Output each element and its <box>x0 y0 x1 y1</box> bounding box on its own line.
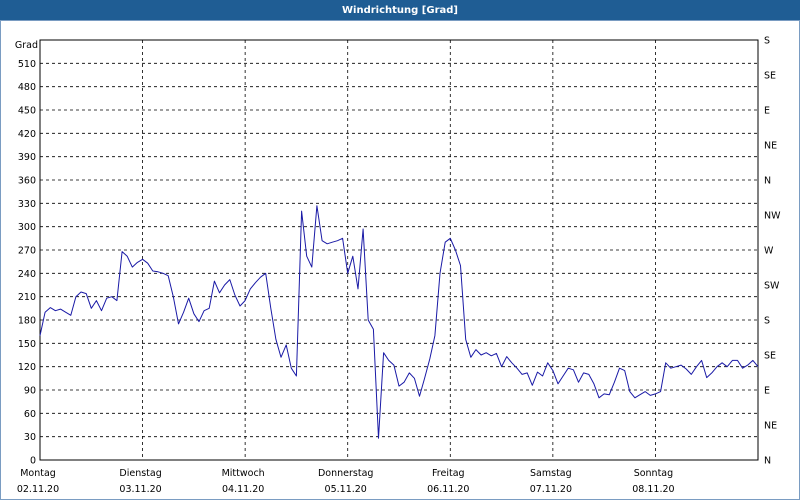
x-tick-date: 08.11.20 <box>632 484 674 495</box>
right-axis-label: S <box>764 36 770 47</box>
right-axis-label: SE <box>764 351 776 362</box>
right-axis-label: N <box>764 176 771 187</box>
x-tick-day: Dienstag <box>119 468 161 479</box>
x-tick-day: Donnerstag <box>318 468 373 479</box>
right-axis-label: SE <box>764 71 776 82</box>
x-tick-day: Samstag <box>530 468 572 479</box>
y-tick-label: 180 <box>18 316 36 327</box>
x-tick-date: 03.11.20 <box>119 484 161 495</box>
right-axis-label: SW <box>764 281 780 292</box>
right-axis-label: E <box>764 106 770 117</box>
y-tick-label: 240 <box>18 269 36 280</box>
right-axis-label: NE <box>764 141 777 152</box>
y-tick-label: 450 <box>18 106 36 117</box>
x-tick-date: 05.11.20 <box>325 484 367 495</box>
right-axis-label: N <box>764 456 771 467</box>
y-tick-label: 90 <box>24 386 36 397</box>
y-tick-label: 510 <box>18 59 36 70</box>
x-tick-date: 02.11.20 <box>17 484 59 495</box>
y-tick-label: 30 <box>24 432 36 443</box>
y-axis-label: Grad <box>15 40 38 51</box>
y-tick-label: 300 <box>18 222 36 233</box>
x-tick-date: 06.11.20 <box>427 484 469 495</box>
right-axis-label: W <box>764 246 774 257</box>
x-tick-date: 07.11.20 <box>530 484 572 495</box>
data-layer <box>39 205 759 439</box>
right-axis-label: S <box>764 316 770 327</box>
y-tick-label: 360 <box>18 176 36 187</box>
x-tick-day: Montag <box>20 468 56 479</box>
x-tick-day: Mittwoch <box>222 468 265 479</box>
y-tick-label: 120 <box>18 362 36 373</box>
label-layer: 0 30 60 90 120 150 180 210 240 270 300 330 360 390 420… <box>15 36 781 496</box>
y-tick-label: 0 <box>30 456 36 467</box>
x-tick-day: Freitag <box>432 468 465 479</box>
y-tick-label: 330 <box>18 199 36 210</box>
wind-direction-chart: 0 30 60 90 120 150 180 210 240 270 300 330 360 390 420… <box>15 36 781 496</box>
y-tick-label: 390 <box>18 152 36 163</box>
right-axis-label: E <box>764 386 770 397</box>
y-tick-label: 270 <box>18 246 36 257</box>
y-tick-label: 60 <box>24 409 36 420</box>
y-tick-label: 150 <box>18 339 36 350</box>
x-tick-date: 04.11.20 <box>222 484 264 495</box>
grid-layer <box>39 39 759 461</box>
y-tick-label: 210 <box>18 292 36 303</box>
x-tick-day: Sonntag <box>634 468 673 479</box>
y-tick-label: 480 <box>18 82 36 93</box>
series-line <box>39 205 759 439</box>
right-axis-label: NE <box>764 421 777 432</box>
y-tick-label: 420 <box>18 129 36 140</box>
right-axis-label: NW <box>764 211 781 222</box>
plot-border <box>39 39 759 461</box>
